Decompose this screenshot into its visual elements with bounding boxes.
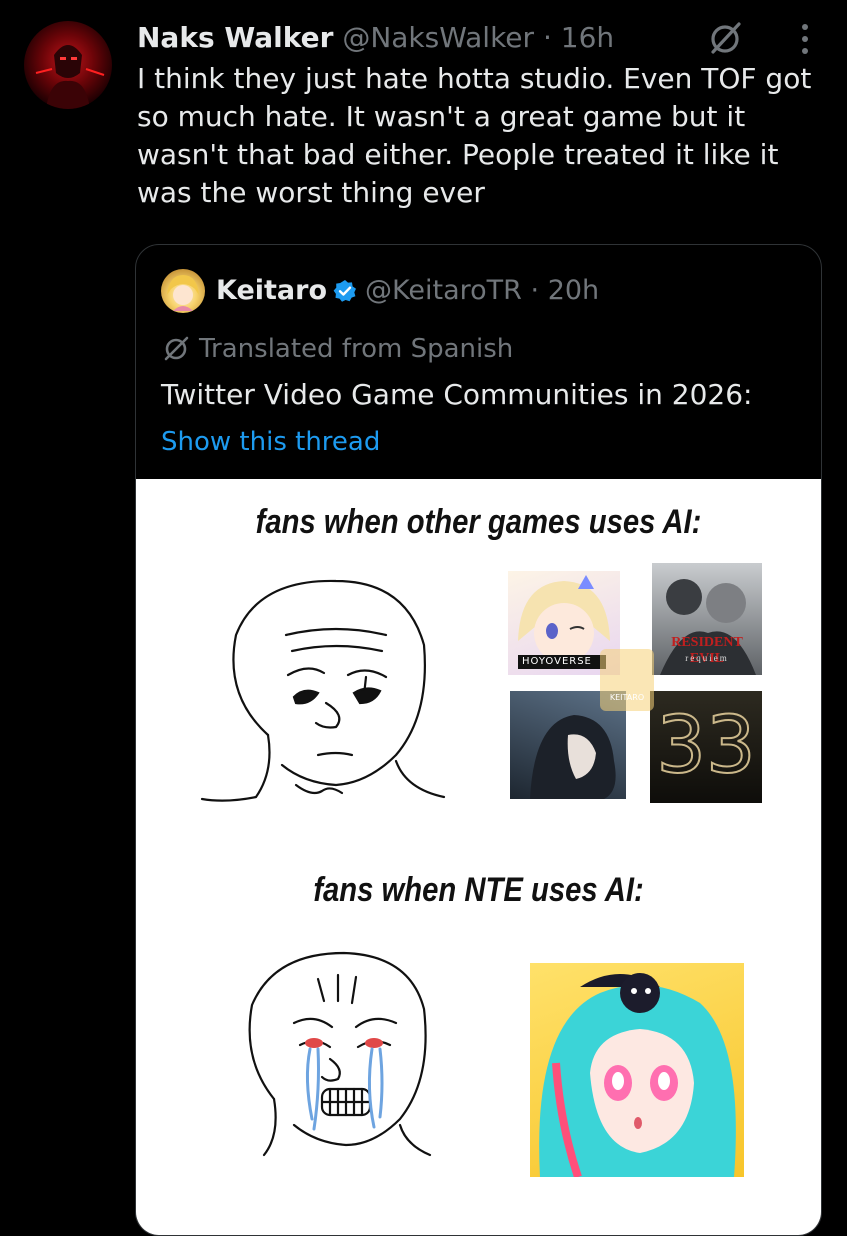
meme-image[interactable]: fans when other games uses AI: HOYOVERSE… (136, 479, 821, 1235)
translated-label-row: Translated from Spanish (161, 329, 513, 369)
expedition-33-label: 33 (655, 700, 756, 792)
grok-icon[interactable] (706, 19, 744, 57)
tile-expedition-33: 33 (650, 691, 762, 803)
author-avatar[interactable] (24, 21, 112, 109)
tweet-text: I think they just hate hotta studio. Eve… (137, 62, 812, 209)
wojak-crying-face (248, 951, 432, 1157)
quote-time[interactable]: 20h (548, 275, 599, 306)
header-separator: · (542, 21, 552, 54)
quote-header-separator: · (530, 275, 540, 306)
watermark-badge: KEITARO (600, 649, 654, 711)
avatar-art (35, 45, 105, 109)
quote-author-name[interactable]: Keitaro (216, 275, 327, 306)
requiem-label: requiem (685, 653, 729, 663)
more-options-icon[interactable] (795, 22, 815, 56)
verified-badge-icon (333, 274, 357, 302)
caption-top: fans when other games uses AI: (255, 503, 702, 541)
show-thread-link[interactable]: Show this thread (161, 422, 380, 462)
watermark-label: KEITARO (609, 693, 645, 702)
hoyoverse-label: HOYOVERSE (522, 656, 592, 667)
translate-icon (164, 336, 189, 361)
quoted-tweet[interactable]: Keitaro @KeitaroTR · 20h Translated from … (135, 244, 822, 1236)
quote-author-avatar[interactable] (161, 269, 205, 313)
tile-nte (530, 963, 744, 1177)
tile-resident-evil: RESIDENT EVIL requiem (652, 563, 762, 675)
quote-text: Twitter Video Game Communities in 2026: (161, 378, 753, 411)
caption-bottom: fans when NTE uses AI: (313, 871, 644, 909)
quote-author-handle[interactable]: @KeitaroTR (365, 275, 522, 306)
tweet-time[interactable]: 16h (561, 21, 614, 54)
author-name[interactable]: Naks Walker (137, 21, 333, 54)
author-handle[interactable]: @NaksWalker (342, 21, 534, 54)
wojak-neutral-face (200, 579, 446, 802)
translated-label: Translated from Spanish (199, 334, 514, 364)
quote-header: Keitaro @KeitaroTR · 20h (216, 270, 599, 312)
